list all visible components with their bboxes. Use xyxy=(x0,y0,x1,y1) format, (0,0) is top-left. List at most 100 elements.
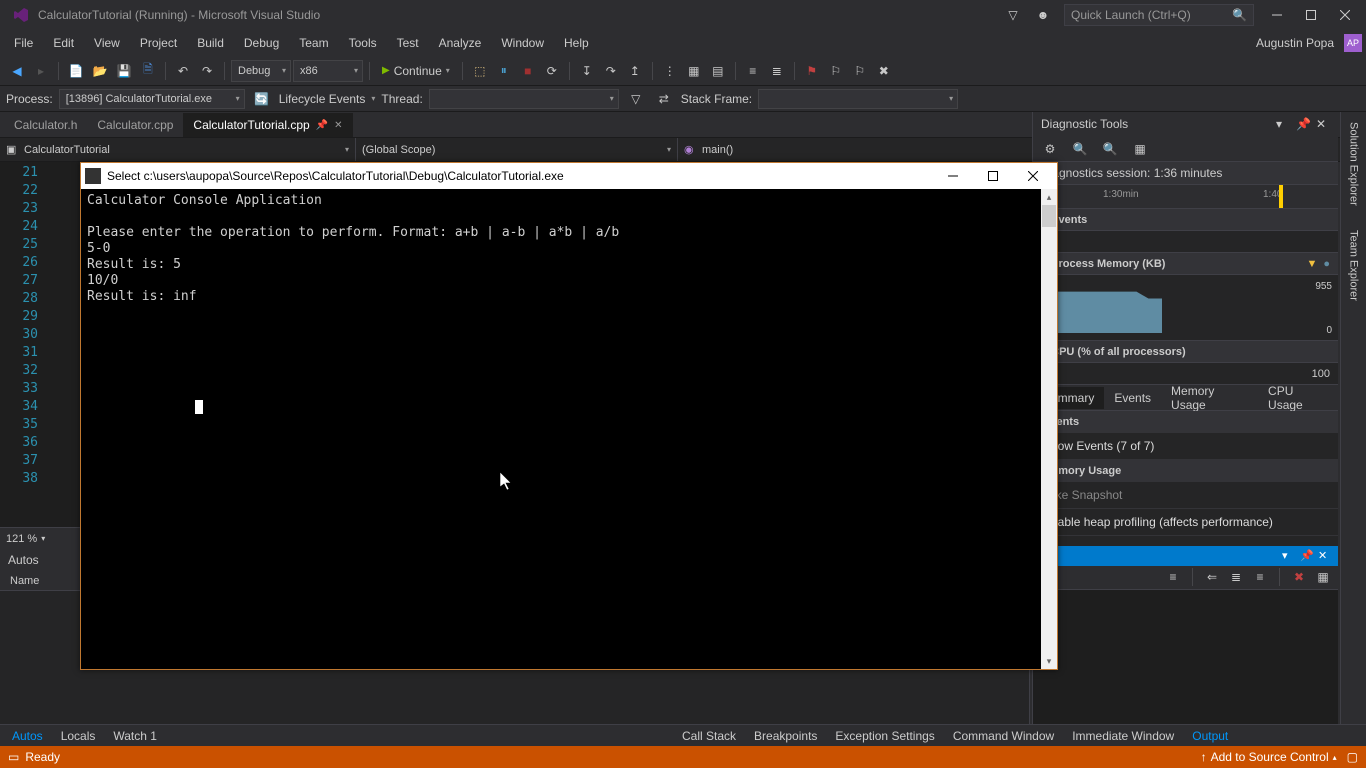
tab-callstack[interactable]: Call Stack xyxy=(674,727,744,745)
tb-wrap-icon[interactable]: ▦ xyxy=(1314,568,1332,586)
menu-window[interactable]: Window xyxy=(491,32,554,54)
pin-icon[interactable]: 📌 xyxy=(1300,549,1314,562)
menu-project[interactable]: Project xyxy=(130,32,187,54)
continue-button[interactable]: ▶ Continue ▾ xyxy=(376,60,456,82)
tab-breakpoints[interactable]: Breakpoints xyxy=(746,727,825,745)
diag-tab-events[interactable]: Events xyxy=(1104,387,1161,409)
tab-command[interactable]: Command Window xyxy=(945,727,1062,745)
enable-heap-link[interactable]: Enable heap profiling (affects performan… xyxy=(1033,509,1338,536)
chevron-down-icon[interactable]: ▾ xyxy=(1282,549,1296,562)
stack-dropdown[interactable] xyxy=(758,89,958,109)
scroll-thumb[interactable] xyxy=(1042,205,1056,227)
restart-icon[interactable]: ⟳ xyxy=(541,60,563,82)
nav-scope-dropdown[interactable]: (Global Scope) xyxy=(356,138,678,161)
user-badge[interactable]: AP xyxy=(1344,34,1362,52)
menu-edit[interactable]: Edit xyxy=(43,32,84,54)
tool-icon2[interactable]: ▦ xyxy=(683,60,705,82)
sidetab-team-explorer[interactable]: Team Explorer xyxy=(1346,224,1362,307)
tab-watch1[interactable]: Watch 1 xyxy=(105,727,165,745)
nav-fwd-icon[interactable]: ▸ xyxy=(30,60,52,82)
tool-icon3[interactable]: ▤ xyxy=(707,60,729,82)
gear-icon[interactable]: ⚙ xyxy=(1039,138,1061,160)
memory-chart[interactable]: 955 0 xyxy=(1033,275,1338,341)
filter-icon[interactable]: ▽ xyxy=(625,88,647,110)
gc-marker-icon[interactable]: ▼ xyxy=(1306,258,1317,270)
minimize-button[interactable] xyxy=(1260,1,1294,29)
debug-target-icon[interactable]: ⬚ xyxy=(469,60,491,82)
thread-dropdown[interactable] xyxy=(429,89,619,109)
add-source-control[interactable]: Add to Source Control xyxy=(1211,750,1329,764)
publish-icon[interactable]: ↑ xyxy=(1201,750,1207,764)
save-icon[interactable]: 💾 xyxy=(113,60,135,82)
bookmark-clear-icon[interactable]: ✖ xyxy=(873,60,895,82)
tool-icon[interactable]: ⋮ xyxy=(659,60,681,82)
close-icon[interactable]: ✕ xyxy=(1316,117,1330,131)
tab-tutorial-cpp[interactable]: CalculatorTutorial.cpp 📌 ✕ xyxy=(183,113,352,137)
redo-icon[interactable]: ↷ xyxy=(196,60,218,82)
outdent-icon[interactable]: ≣ xyxy=(766,60,788,82)
lifecycle-icon[interactable]: 🔄 xyxy=(251,88,273,110)
user-name[interactable]: Augustin Popa xyxy=(1252,36,1338,50)
chevron-down-icon[interactable]: ▾ xyxy=(1276,117,1290,131)
scroll-up-icon[interactable]: ▴ xyxy=(1041,189,1057,205)
save-all-icon[interactable]: 🗎 xyxy=(137,60,159,82)
console-minimize-button[interactable] xyxy=(933,164,973,188)
tab-exception[interactable]: Exception Settings xyxy=(827,727,942,745)
step-out-icon[interactable]: ↥ xyxy=(624,60,646,82)
show-events-link[interactable]: Show Events (7 of 7) xyxy=(1033,433,1338,460)
output-body[interactable] xyxy=(1033,590,1338,725)
close-button[interactable] xyxy=(1328,1,1362,29)
close-tab-icon[interactable]: ✕ xyxy=(334,120,342,131)
config-dropdown[interactable]: Debug xyxy=(231,60,291,82)
diag-timeline[interactable]: 1:30min 1:40 xyxy=(1033,185,1338,209)
bookmark-next-icon[interactable]: ⚐ xyxy=(825,60,847,82)
zoom-in-icon[interactable]: 🔍 xyxy=(1069,138,1091,160)
close-icon[interactable]: ✕ xyxy=(1318,549,1332,562)
console-scrollbar[interactable]: ▴ ▾ xyxy=(1041,189,1057,669)
tab-calculator-cpp[interactable]: Calculator.cpp xyxy=(87,113,183,137)
menu-file[interactable]: File xyxy=(4,32,43,54)
menu-team[interactable]: Team xyxy=(289,32,338,54)
pin-icon[interactable]: 📌 xyxy=(1296,117,1310,131)
break-all-icon[interactable]: ⏸ xyxy=(493,60,515,82)
menu-view[interactable]: View xyxy=(84,32,130,54)
pin-icon[interactable]: 📌 xyxy=(316,120,328,131)
tab-calculator-h[interactable]: Calculator.h xyxy=(4,113,87,137)
console-body[interactable]: Calculator Console Application Please en… xyxy=(81,189,1057,669)
lifecycle-label[interactable]: Lifecycle Events xyxy=(279,92,366,106)
tab-immediate[interactable]: Immediate Window xyxy=(1064,727,1182,745)
process-dropdown[interactable]: [13896] CalculatorTutorial.exe xyxy=(59,89,245,109)
stop-debug-icon[interactable]: ■ xyxy=(517,60,539,82)
tb-clear-icon[interactable]: ✖ xyxy=(1290,568,1308,586)
tb-1[interactable]: ≡ xyxy=(1164,568,1182,586)
timeline-marker[interactable] xyxy=(1279,185,1283,208)
tab-autos[interactable]: Autos xyxy=(4,727,51,745)
tab-output[interactable]: Output xyxy=(1184,727,1236,745)
nav-back-icon[interactable]: ◀ xyxy=(6,60,28,82)
quick-launch-input[interactable]: Quick Launch (Ctrl+Q) 🔍 xyxy=(1064,4,1254,26)
sidetab-solution-explorer[interactable]: Solution Explorer xyxy=(1346,116,1362,212)
tab-locals[interactable]: Locals xyxy=(53,727,104,745)
threads-icon[interactable]: ⇄ xyxy=(653,88,675,110)
take-snapshot-link[interactable]: Take Snapshot xyxy=(1033,482,1338,509)
menu-tools[interactable]: Tools xyxy=(339,32,387,54)
zoom-out-icon[interactable]: 🔍 xyxy=(1099,138,1121,160)
step-over-icon[interactable]: ↷ xyxy=(600,60,622,82)
nav-project-dropdown[interactable]: ▣ CalculatorTutorial xyxy=(0,138,356,161)
tb-3[interactable]: ≣ xyxy=(1227,568,1245,586)
menu-analyze[interactable]: Analyze xyxy=(429,32,492,54)
step-into-icon[interactable]: ↧ xyxy=(576,60,598,82)
notifications-icon[interactable]: ▽ xyxy=(998,1,1028,29)
menu-test[interactable]: Test xyxy=(387,32,429,54)
zoom-level[interactable]: 121 % xyxy=(6,533,37,545)
undo-icon[interactable]: ↶ xyxy=(172,60,194,82)
menu-build[interactable]: Build xyxy=(187,32,234,54)
console-titlebar[interactable]: Select c:\users\aupopa\Source\Repos\Calc… xyxy=(81,163,1057,189)
snapshot-marker-icon[interactable]: ● xyxy=(1323,258,1330,270)
console-maximize-button[interactable] xyxy=(973,164,1013,188)
menu-debug[interactable]: Debug xyxy=(234,32,289,54)
feedback-icon[interactable]: ☻ xyxy=(1028,1,1058,29)
scroll-down-icon[interactable]: ▾ xyxy=(1041,653,1057,669)
console-close-button[interactable] xyxy=(1013,164,1053,188)
memory-head[interactable]: Process Memory (KB) xyxy=(1051,258,1165,270)
